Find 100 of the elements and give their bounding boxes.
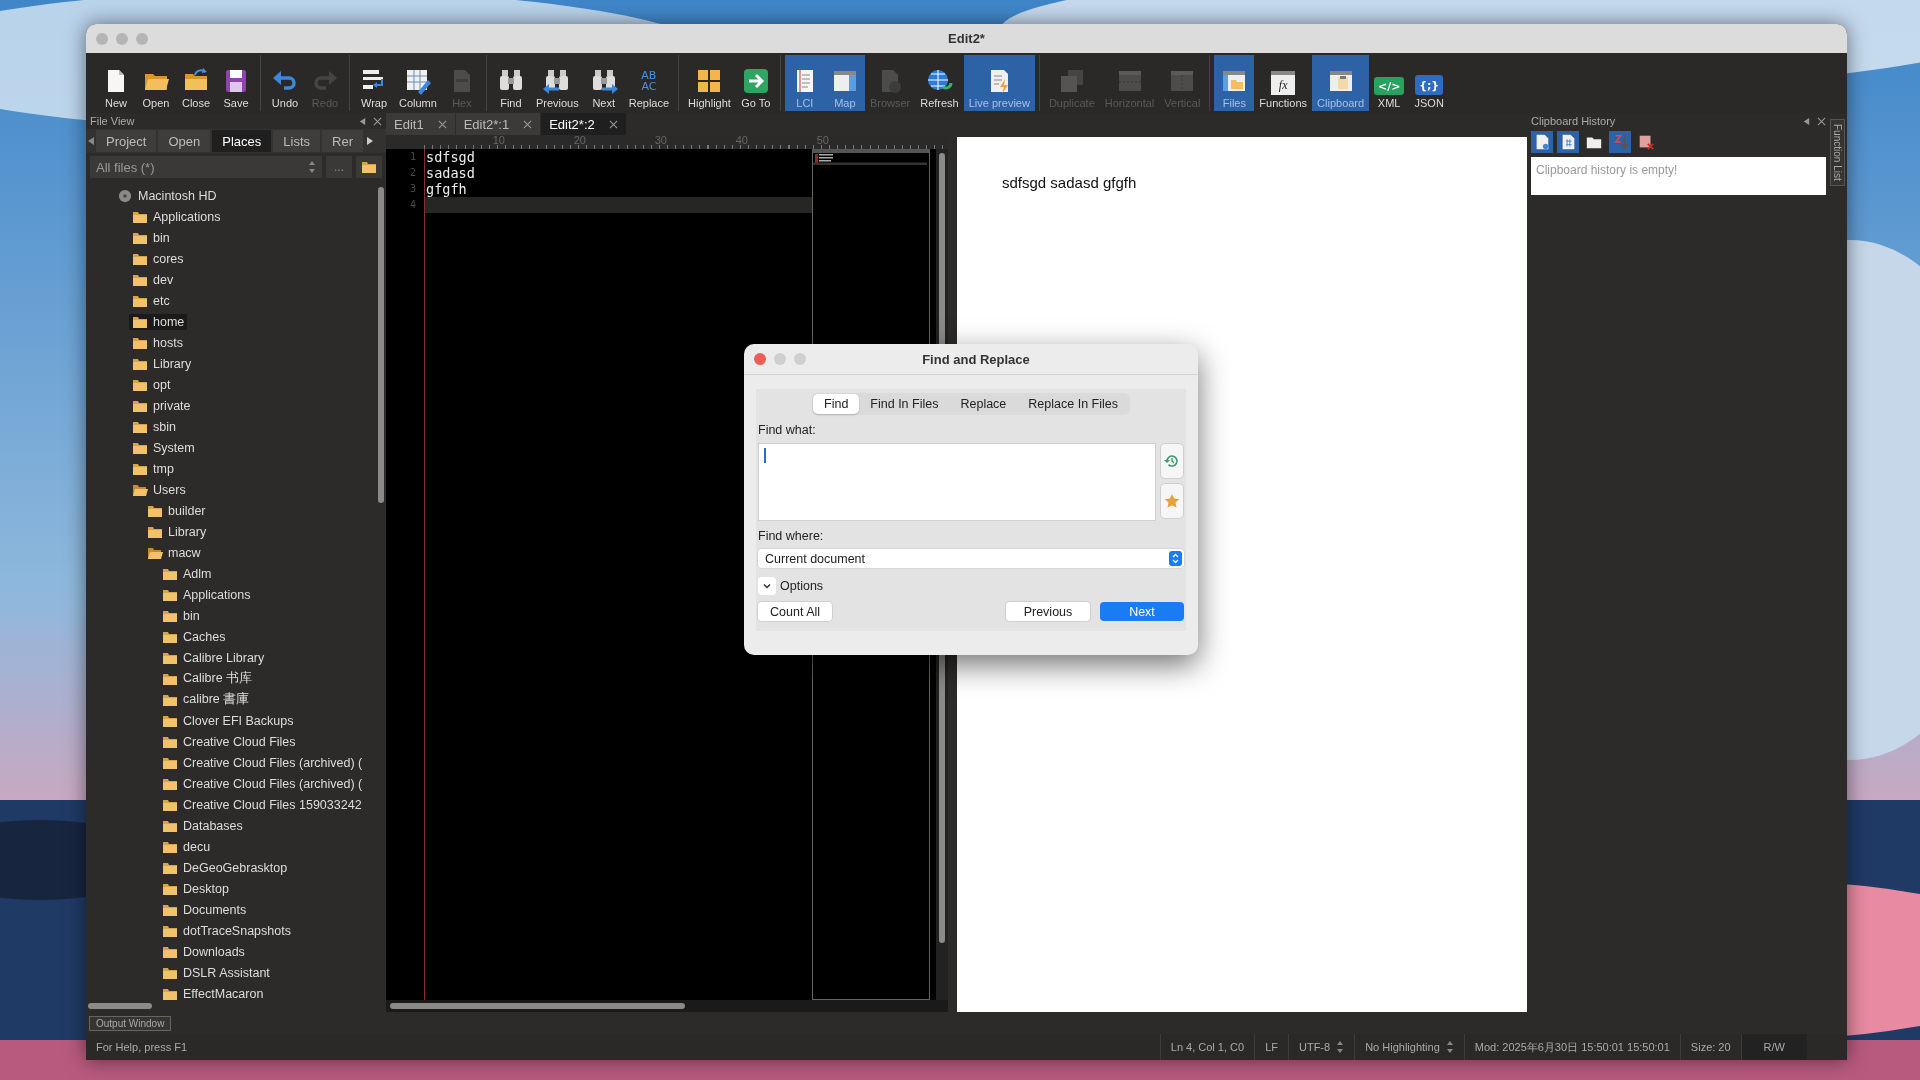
close-icon[interactable] [608,119,618,129]
segment-tab[interactable]: Replace [949,394,1018,414]
panel-tab[interactable]: Open [158,130,211,152]
tree-item[interactable]: Creative Cloud Files (archived) ( [159,775,366,792]
dialog-button[interactable]: Next [1100,602,1184,621]
clipboard-tool-button[interactable] [1609,131,1631,153]
tree-item[interactable]: Adlm [159,565,215,582]
tree-item[interactable]: Databases [159,817,246,834]
editor-tab[interactable]: Edit2*:1 [455,113,541,135]
filter-dropdown[interactable]: All files (*) [90,156,322,178]
find-what-field[interactable] [758,443,1156,521]
tree-item[interactable]: opt [129,376,174,393]
toolbar-button[interactable]: Go To [735,55,776,111]
toolbar-button[interactable]: Map [824,55,865,111]
tree-item[interactable]: decu [159,838,214,855]
toolbar-button[interactable]: Save [216,55,256,111]
tree-item[interactable]: dotTraceSnapshots [159,922,294,939]
tree-item[interactable]: EffectMacaron [159,985,267,1000]
side-tab[interactable]: Function List [1830,119,1845,186]
scrollbar-thumb[interactable] [390,1003,685,1009]
toolbar-button[interactable]: AB AC Replace [623,55,675,111]
toolbar-button[interactable]: Previous [530,55,584,111]
toolbar-button[interactable]: Column [394,55,442,111]
collapse-icon[interactable] [1802,116,1811,126]
favorite-button[interactable] [1160,483,1184,519]
right-arrow-icon[interactable] [365,135,375,147]
editor-tab[interactable]: Edit1 [386,113,455,135]
panel-tab[interactable]: Project [96,130,157,152]
panel-tab[interactable]: Rer [322,130,363,152]
dialog-button[interactable]: Previous [1006,602,1090,621]
tree-item[interactable]: sbin [129,418,179,435]
tree-item[interactable]: private [129,397,194,414]
tree-item[interactable]: Calibre Library [159,649,268,666]
disclosure-button[interactable] [758,577,776,595]
tree-item[interactable]: hosts [129,334,186,351]
tree-item[interactable]: bin [159,607,203,624]
tree-item[interactable]: home [129,313,188,330]
tree-item[interactable]: Macintosh HD [114,187,220,204]
tree-item[interactable]: Creative Cloud Files (archived) ( [159,754,366,771]
clipboard-tool-button[interactable] [1557,131,1579,153]
toolbar-button[interactable]: </> XML [1369,55,1410,111]
folder-button[interactable] [356,156,382,178]
toolbar-button[interactable]: Undo [265,55,305,111]
tree-item[interactable]: bin [129,229,173,246]
toolbar-button[interactable]: Live preview [963,55,1035,111]
toolbar-button[interactable]: Wrap [354,55,394,111]
toolbar-button[interactable]: Find [490,55,531,111]
toolbar-button[interactable]: Next [583,55,624,111]
tree-item[interactable]: Library [144,523,210,540]
tree-item[interactable]: Creative Cloud Files 159033242 [159,796,365,813]
tree-item[interactable]: Users [129,481,189,498]
scrollbar-thumb[interactable] [88,1003,152,1009]
panel-tab[interactable]: Output Window [89,1015,172,1031]
panel-tab[interactable]: Places [212,130,272,152]
toolbar-button[interactable]: New [96,55,136,111]
tree-item[interactable]: calibre 書庫 [159,690,253,709]
history-button[interactable] [1160,443,1184,479]
dialog-button[interactable]: Count All [758,602,833,621]
segment-tab[interactable]: Replace In Files [1017,394,1129,414]
segment-tab[interactable]: Find In Files [859,394,950,414]
tree-item[interactable]: Applications [159,586,254,603]
status-dropdown[interactable]: No Highlighting [1354,1034,1464,1060]
toolbar-button[interactable]: Refresh [915,55,964,111]
toolbar-button[interactable]: LCI [784,55,825,111]
tree-item[interactable]: tmp [129,460,177,477]
tree-item[interactable]: Caches [159,628,229,645]
status-dropdown[interactable]: UTF-8 [1288,1034,1355,1060]
left-arrow-icon[interactable] [86,135,96,147]
tree-item[interactable]: cores [129,250,187,267]
tree-item[interactable]: macw [144,544,204,561]
close-icon[interactable] [437,119,447,129]
scrollbar-thumb[interactable] [378,187,384,503]
toolbar-button[interactable]: {;} JSON [1409,55,1450,111]
close-icon[interactable] [523,119,533,129]
collapse-icon[interactable] [358,116,367,126]
tree-item[interactable]: Calibre 书库 [159,669,256,688]
tree-item[interactable]: Downloads [159,943,248,960]
tree-item[interactable]: etc [129,292,173,309]
segment-tab[interactable]: Find [813,394,860,414]
toolbar-button[interactable]: Close [176,55,216,111]
tree-item[interactable]: System [129,439,198,456]
toolbar-button[interactable]: Highlight [683,55,736,111]
close-icon[interactable] [1817,116,1826,126]
tree-item[interactable]: Library [129,355,195,372]
tree-item[interactable]: DSLR Assistant [159,964,273,981]
dialog-close-button[interactable] [754,353,766,365]
panel-tab[interactable]: Lists [273,130,321,152]
tree-item[interactable]: DeGeoGebrasktop [159,859,291,876]
find-where-dropdown[interactable]: Current document [758,549,1184,568]
tree-item[interactable]: Desktop [159,880,232,897]
clipboard-tool-button[interactable] [1531,131,1553,153]
tree-item[interactable]: builder [144,502,209,519]
tree-item[interactable]: dev [129,271,177,288]
toolbar-button[interactable]: Open [136,55,176,111]
close-icon[interactable] [373,116,382,126]
tree-item[interactable]: Documents [159,901,250,918]
toolbar-button[interactable]: fx Functions [1254,55,1313,111]
tree-item[interactable]: Applications [129,208,224,225]
tree-item[interactable]: Clover EFI Backups [159,712,297,729]
tree-item[interactable]: Creative Cloud Files [159,733,299,750]
